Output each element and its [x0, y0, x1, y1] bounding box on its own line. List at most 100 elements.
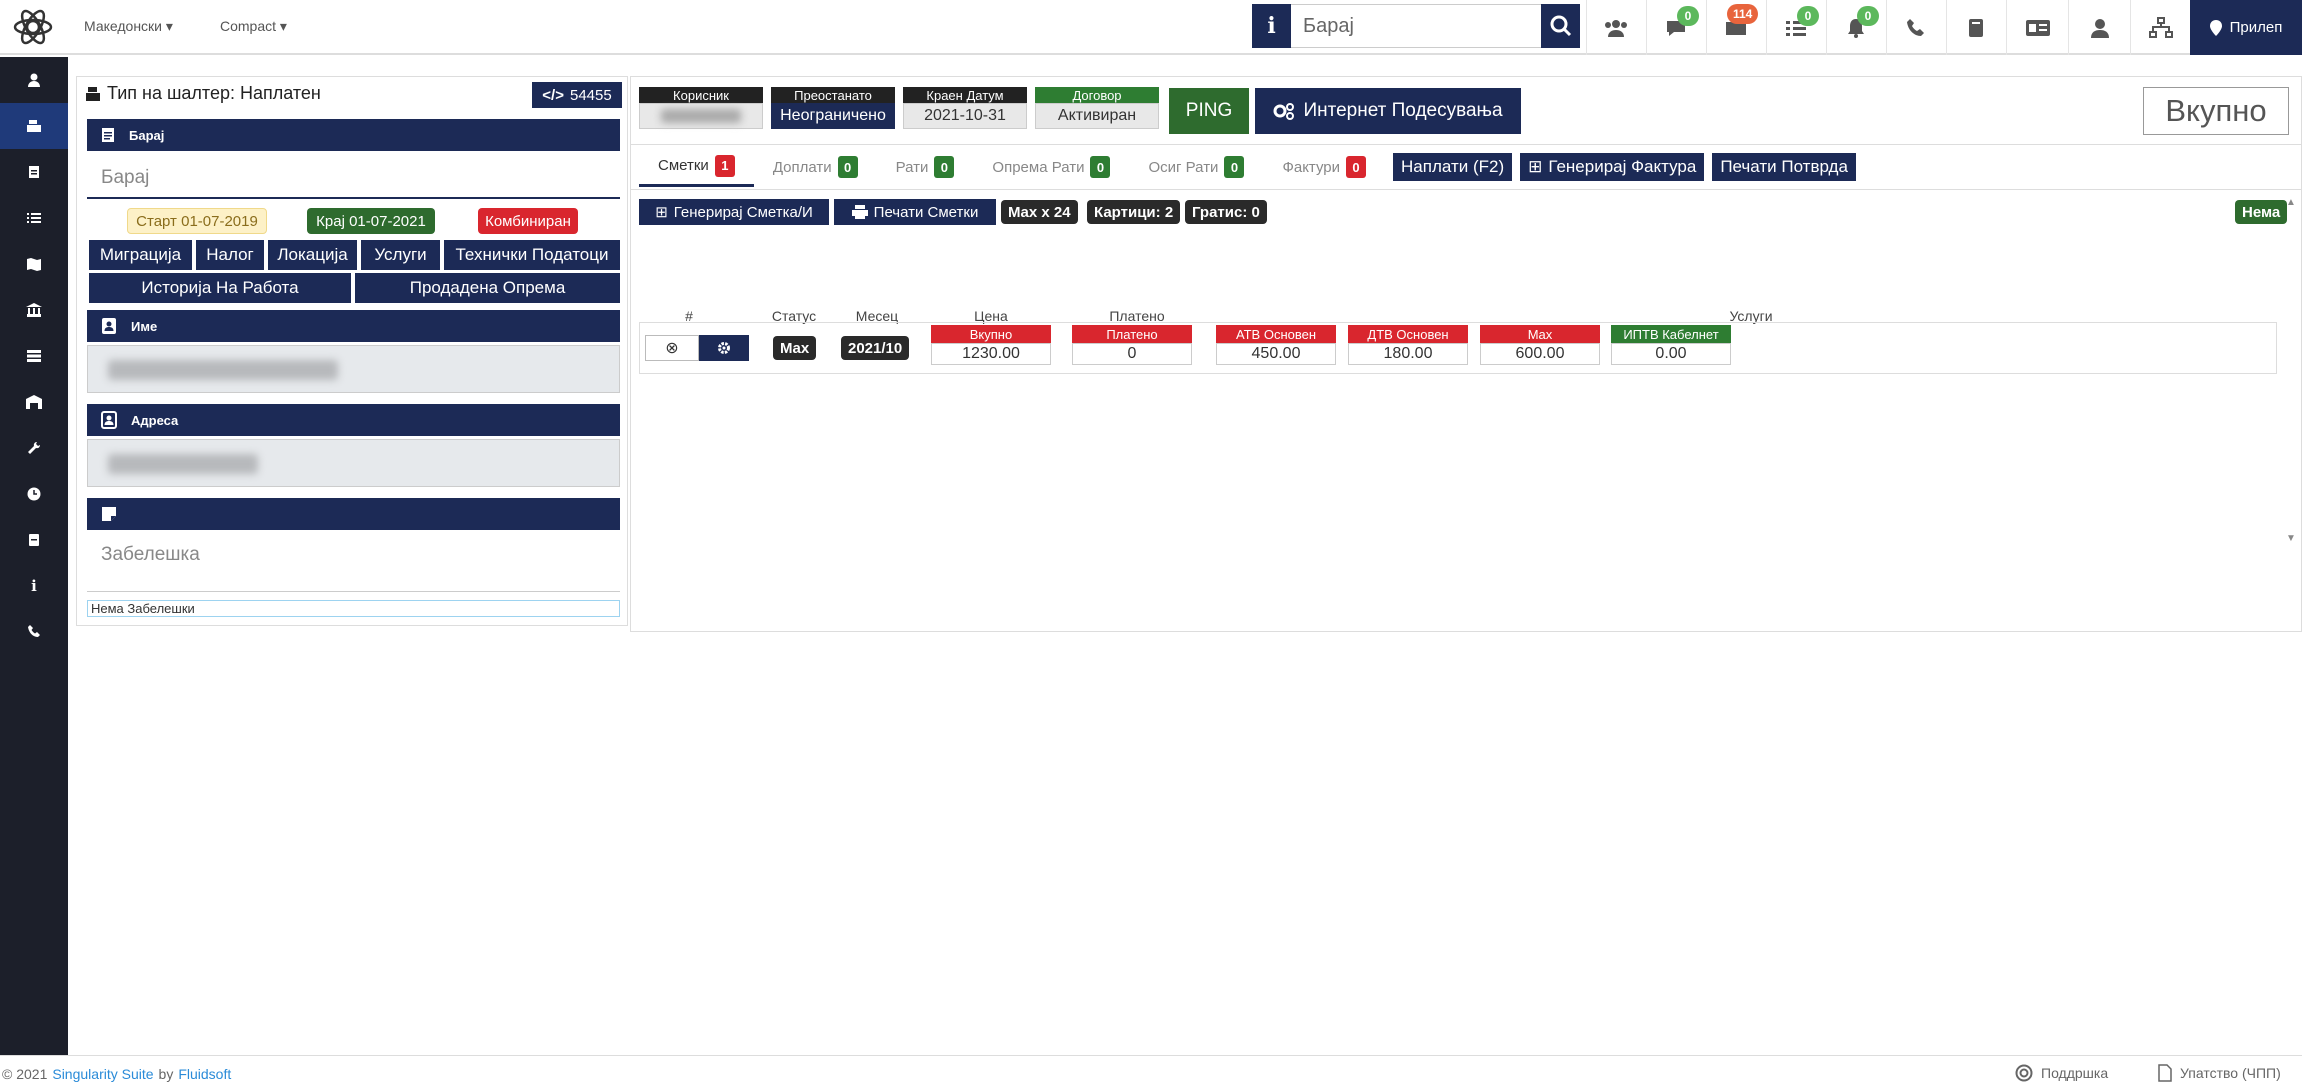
- col-paid: Платено: [1109, 308, 1165, 324]
- pay-button[interactable]: Наплати (F2): [1393, 153, 1513, 181]
- messages-icon[interactable]: 0: [1646, 0, 1704, 55]
- internet-settings-button[interactable]: Интернет Подесувања: [1255, 88, 1521, 134]
- col-price: Цена: [974, 308, 1008, 324]
- col-services: Услуги: [1729, 308, 1773, 324]
- tab-insurance-installments[interactable]: Осиг Рати 0: [1129, 147, 1263, 187]
- sidebar-table-icon[interactable]: [0, 333, 68, 379]
- location-button[interactable]: Прилеп: [2190, 0, 2302, 55]
- sidebar-info-icon[interactable]: i: [0, 563, 68, 609]
- bell-icon[interactable]: 0: [1826, 0, 1884, 55]
- billing-tabs: Сметки 1 Доплати 0 Рати 0 Опрема Рати 0 Осиг…: [639, 147, 1856, 187]
- alerts-badge: 0: [1857, 6, 1879, 26]
- tab-equipment-installments[interactable]: Опрема Рати 0: [973, 147, 1129, 187]
- scroll-down-icon[interactable]: ▼: [2286, 533, 2296, 544]
- sidebar-list-icon[interactable]: [0, 195, 68, 241]
- generate-bills-button[interactable]: ⊞ Генерирај Сметка/И: [639, 199, 829, 225]
- sidebar-receipt-icon[interactable]: [0, 517, 68, 563]
- sidebar-cashier-icon[interactable]: [0, 103, 68, 149]
- code-button[interactable]: </> 54455: [532, 82, 622, 108]
- tab-surcharges[interactable]: Доплати 0: [754, 147, 877, 187]
- file-icon: [2158, 1064, 2172, 1082]
- package-type-tag: Комбиниран: [478, 208, 578, 234]
- order-button[interactable]: Налог: [196, 240, 264, 270]
- stat-remaining: Преостанато Неограничено: [771, 87, 895, 129]
- company-link[interactable]: Fluidsoft: [178, 1066, 231, 1082]
- technical-data-button[interactable]: Технички Податоци: [444, 240, 620, 270]
- book-icon[interactable]: [1946, 0, 2004, 55]
- product-link[interactable]: Singularity Suite: [52, 1066, 153, 1082]
- max-badge: Max x 24: [1001, 200, 1078, 224]
- sidebar-clock-icon[interactable]: [0, 471, 68, 517]
- id-card-icon[interactable]: [2006, 0, 2068, 55]
- scroll-up-icon[interactable]: ▲: [2286, 197, 2296, 208]
- start-date-tag: Старт 01-07-2019: [127, 208, 267, 234]
- network-icon[interactable]: [2130, 0, 2190, 55]
- sold-equipment-button[interactable]: Продадена Опрема: [355, 273, 620, 303]
- cancel-icon[interactable]: ⊗: [645, 335, 699, 361]
- customer-address-field: [87, 439, 620, 487]
- search-header: Барај: [87, 119, 620, 151]
- note-textarea[interactable]: Забелешка: [87, 532, 620, 592]
- cash-register-icon: [86, 86, 100, 101]
- print-confirmation-button[interactable]: Печати Потврда: [1712, 153, 1856, 181]
- row-month: 2021/10: [841, 336, 910, 360]
- tasks-icon[interactable]: 0: [1766, 0, 1824, 55]
- map-pin-icon: [2209, 19, 2222, 36]
- footer: © 2021 Singularity Suite by Fluidsoft По…: [0, 1055, 2302, 1092]
- app-logo-icon[interactable]: [12, 6, 54, 48]
- document-icon: [102, 128, 114, 142]
- stat-end-date: Краен Датум 2021-10-31: [903, 87, 1027, 129]
- theme-dropdown[interactable]: Compact ▾: [220, 18, 287, 35]
- tab-installments[interactable]: Рати 0: [877, 147, 974, 187]
- support-link[interactable]: Поддршка: [2015, 1064, 2108, 1082]
- messages-badge: 0: [1677, 6, 1699, 26]
- gratis-badge: Гратис: 0: [1185, 200, 1267, 224]
- plus-file-icon: ⊞: [655, 204, 668, 221]
- scrollbar[interactable]: ▲ ▼: [2282, 191, 2300, 551]
- phone-icon[interactable]: [1886, 0, 1944, 55]
- stat-contract: Договор Активиран: [1035, 87, 1159, 129]
- row-status: Max: [773, 336, 817, 360]
- users-icon[interactable]: [1586, 0, 1644, 55]
- address-card-icon: [101, 411, 117, 429]
- plus-file-icon: ⊞: [1528, 157, 1543, 176]
- generate-invoice-button[interactable]: ⊞ Генерирај Фактура: [1520, 153, 1705, 181]
- profile-icon[interactable]: [2068, 0, 2130, 55]
- print-bills-button[interactable]: Печати Сметки: [834, 199, 996, 225]
- sidebar-warehouse-icon[interactable]: [0, 379, 68, 425]
- migration-button[interactable]: Миграција: [89, 240, 192, 270]
- inbox-icon[interactable]: 114: [1706, 0, 1764, 55]
- search-input[interactable]: Барај: [1291, 4, 1541, 48]
- sidebar-wrench-icon[interactable]: [0, 425, 68, 471]
- manual-link[interactable]: Упатство (ЧПП): [2158, 1064, 2281, 1082]
- sticky-note-icon: [102, 507, 116, 521]
- end-date-tag: Крај 01-07-2021: [307, 208, 435, 234]
- paid-cell: Платено 0: [1072, 325, 1192, 365]
- tab-invoices[interactable]: Фактури 0: [1263, 147, 1385, 187]
- services-button[interactable]: Услуги: [361, 240, 440, 270]
- location-tab-button[interactable]: Локација: [268, 240, 357, 270]
- service-atv-cell: АТВ Основен 450.00: [1216, 325, 1336, 365]
- sidebar: i: [0, 57, 68, 1055]
- gear-icon[interactable]: [699, 335, 749, 361]
- sidebar-map-icon[interactable]: [0, 241, 68, 287]
- sidebar-user-icon[interactable]: [0, 57, 68, 103]
- work-history-button[interactable]: Историја На Работа: [89, 273, 351, 303]
- col-number: #: [685, 308, 693, 324]
- customer-search-input[interactable]: Барај: [87, 159, 620, 199]
- inbox-badge: 114: [1727, 4, 1759, 24]
- note-header: [87, 498, 620, 530]
- sidebar-phone-icon[interactable]: [0, 609, 68, 655]
- ping-button[interactable]: PING: [1169, 88, 1249, 134]
- service-max-cell: Max 600.00: [1480, 325, 1600, 365]
- info-icon[interactable]: i: [1252, 4, 1291, 48]
- customer-panel: Тип на шалтер: Наплатен </> 54455 Барај …: [76, 76, 628, 626]
- sidebar-invoice-icon[interactable]: [0, 149, 68, 195]
- search-icon[interactable]: [1541, 4, 1580, 48]
- cogs-icon: [1273, 103, 1295, 120]
- language-dropdown[interactable]: Македонски ▾: [84, 18, 173, 35]
- top-search: i Барај: [1252, 4, 1580, 48]
- tab-bills[interactable]: Сметки 1: [639, 147, 754, 187]
- sidebar-bank-icon[interactable]: [0, 287, 68, 333]
- none-badge: Нема: [2235, 200, 2288, 224]
